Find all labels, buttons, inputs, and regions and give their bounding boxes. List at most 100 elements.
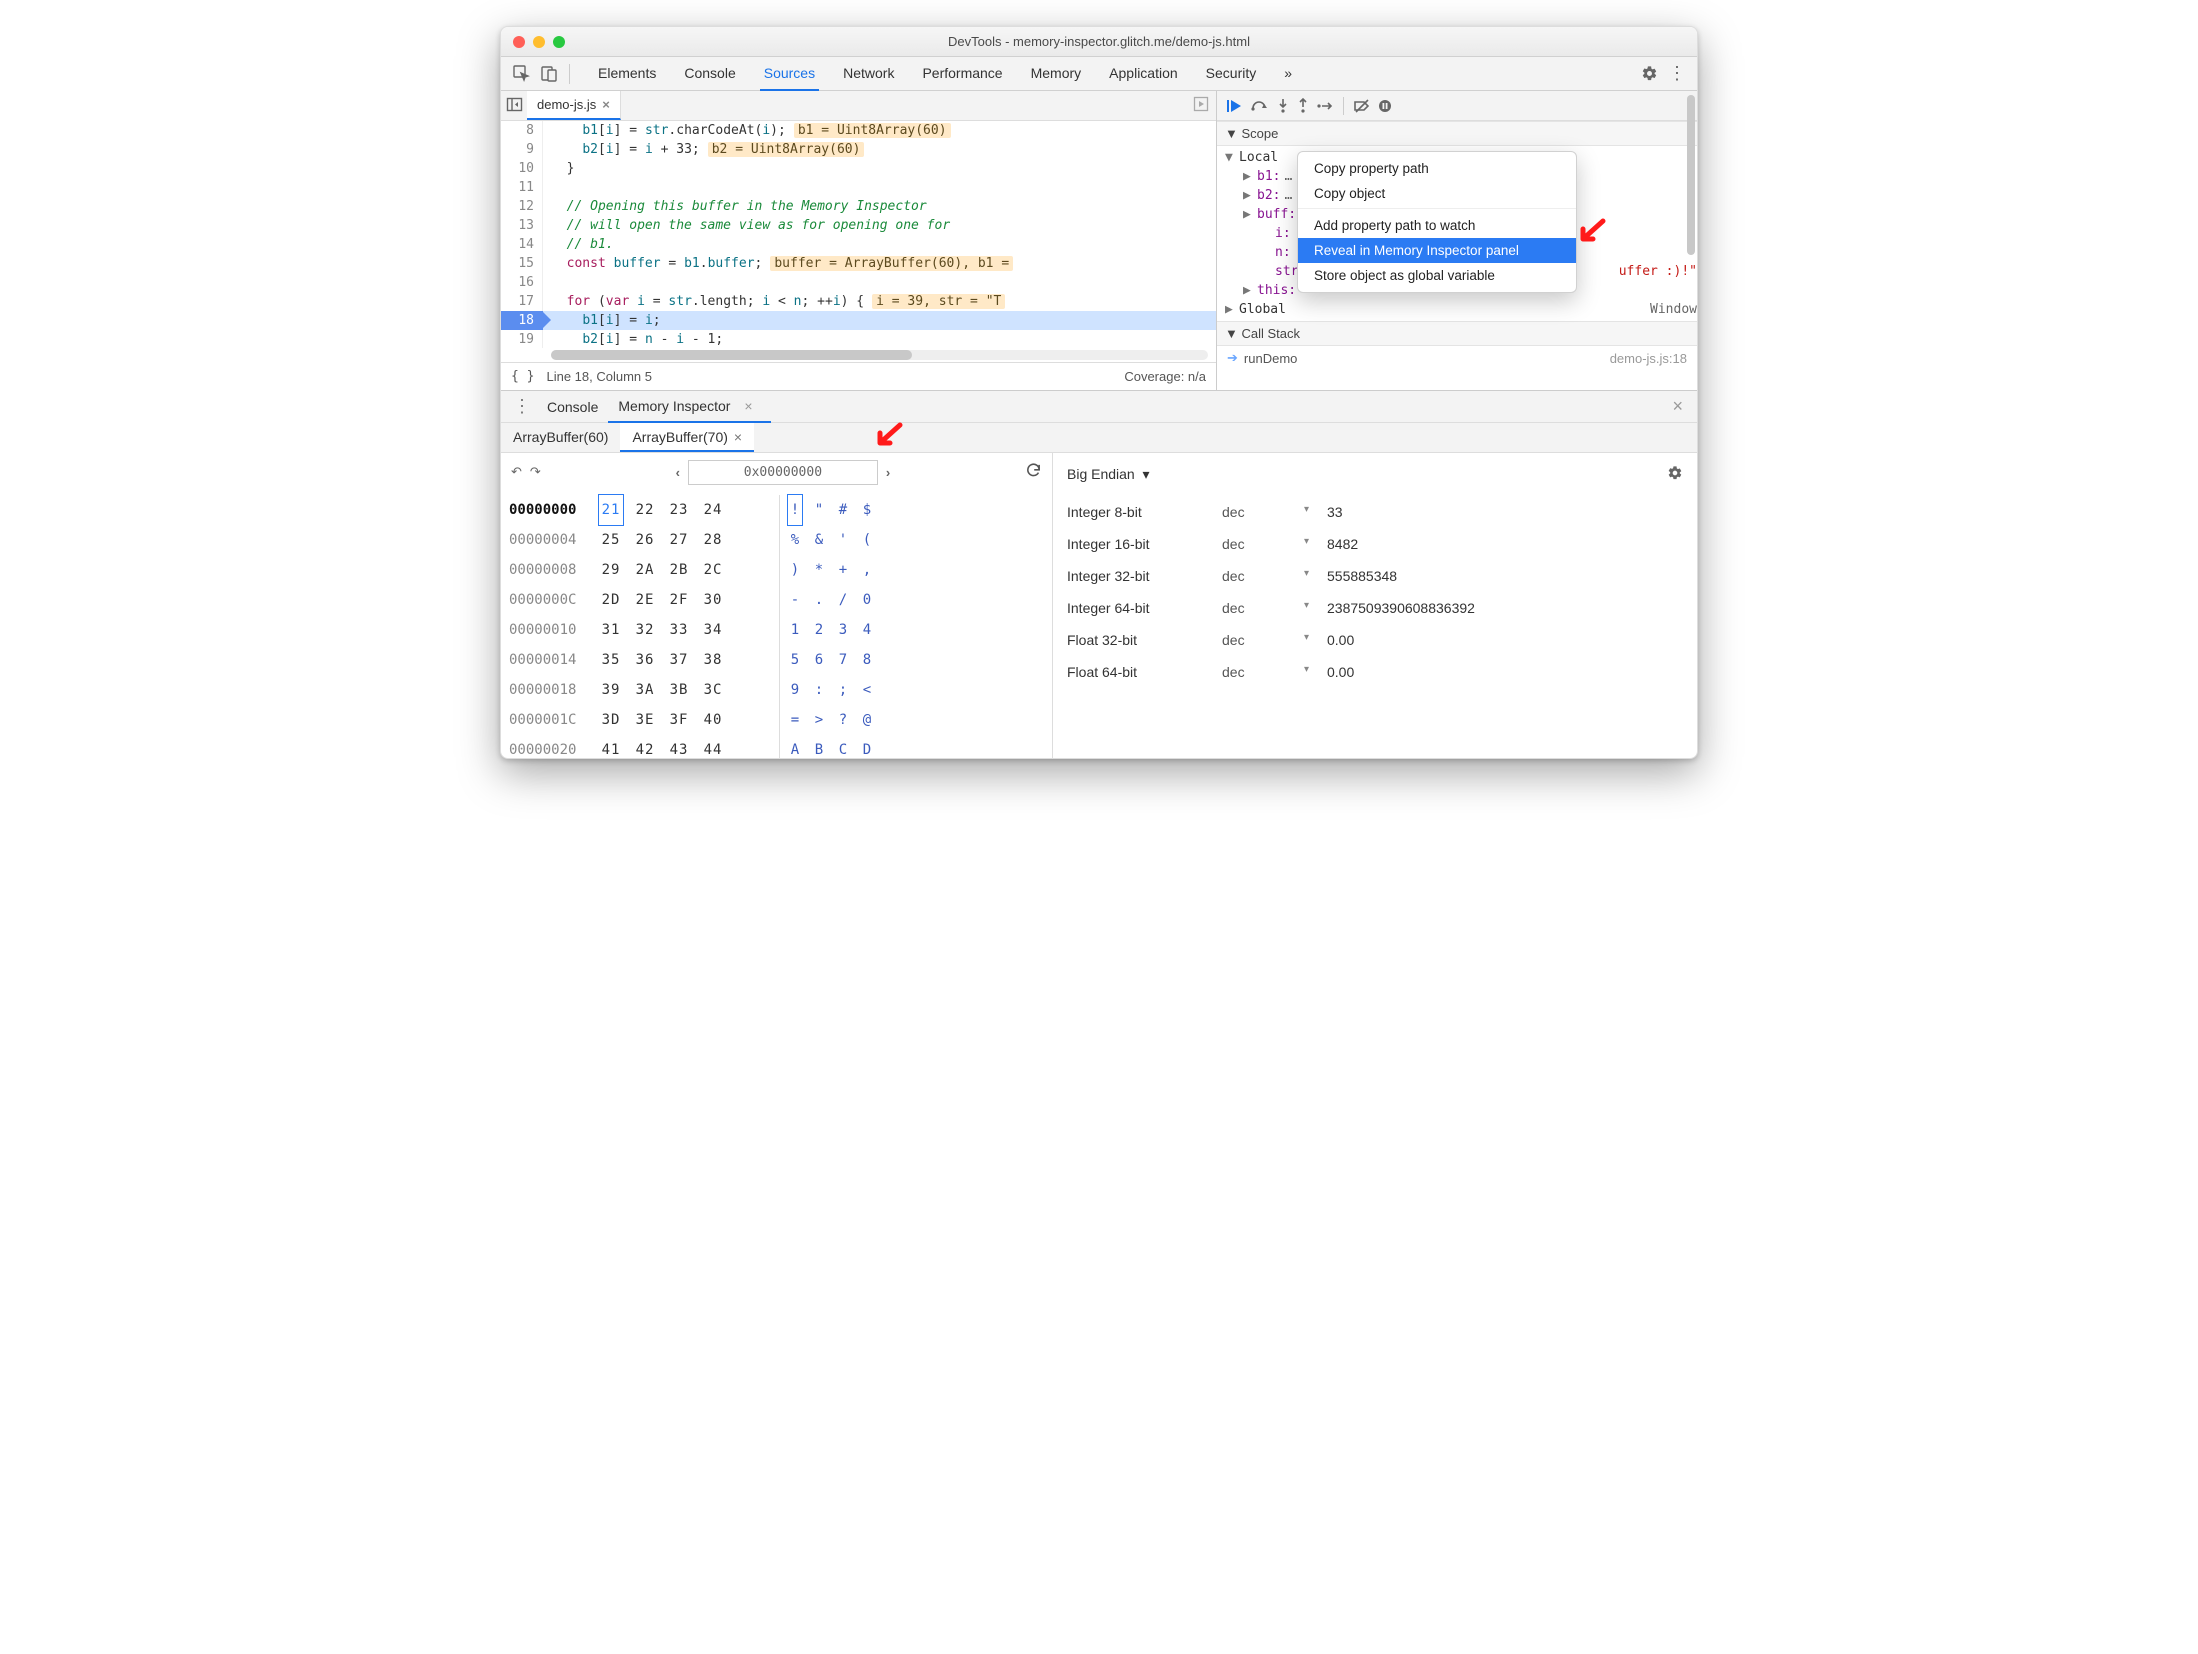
context-menu-item[interactable]: Store object as global variable <box>1298 263 1576 288</box>
inline-value: i = 39, str = "T <box>872 294 1005 309</box>
buffer-tab-0[interactable]: ArrayBuffer(60) <box>501 423 620 452</box>
value-type-label: Integer 8-bit <box>1067 504 1222 520</box>
code-line[interactable]: 16 <box>501 273 1216 292</box>
hex-row[interactable]: 00000008292A2B2C)*+, <box>509 555 1052 585</box>
tab-memory[interactable]: Memory <box>1027 57 1086 91</box>
value-display: 33 <box>1327 504 1343 520</box>
tab-elements[interactable]: Elements <box>594 57 660 91</box>
callstack-frame[interactable]: ➔ runDemo demo-js.js:18 <box>1217 346 1697 370</box>
global-scope-row[interactable]: ▶GlobalWindow <box>1225 300 1697 319</box>
code-line[interactable]: 15 const buffer = b1.buffer;buffer = Arr… <box>501 254 1216 273</box>
buffer-tab-1[interactable]: ArrayBuffer(70)× <box>620 423 754 452</box>
tab-console[interactable]: Console <box>680 57 739 91</box>
tab-performance[interactable]: Performance <box>918 57 1006 91</box>
address-input[interactable]: 0x00000000 <box>688 460 878 485</box>
pause-on-exceptions-icon[interactable] <box>1378 99 1392 113</box>
context-menu-item[interactable]: Copy property path <box>1298 156 1576 181</box>
close-drawer-icon[interactable]: × <box>1664 396 1691 417</box>
redo-icon[interactable]: ↷ <box>530 464 541 480</box>
drawer-menu-icon[interactable]: ⋮ <box>507 396 537 417</box>
window-title: DevTools - memory-inspector.glitch.me/de… <box>501 34 1697 49</box>
deactivate-breakpoints-icon[interactable] <box>1354 99 1370 113</box>
hex-row[interactable]: 0000000425262728%&'( <box>509 525 1052 555</box>
vertical-scrollbar[interactable] <box>1687 95 1695 255</box>
step-over-icon[interactable] <box>1251 99 1269 113</box>
memory-buffer-tabs: ArrayBuffer(60) ArrayBuffer(70)× <box>501 423 1697 453</box>
value-format-select[interactable]: dec <box>1222 664 1327 680</box>
value-format-select[interactable]: dec <box>1222 600 1327 616</box>
drawer-tab-console[interactable]: Console <box>537 392 608 422</box>
hex-row[interactable]: 00000010313233341234 <box>509 615 1052 645</box>
tab-application[interactable]: Application <box>1105 57 1182 91</box>
value-type-label: Integer 64-bit <box>1067 600 1222 616</box>
value-format-select[interactable]: dec <box>1222 504 1327 520</box>
file-tab[interactable]: demo-js.js× <box>527 91 621 120</box>
step-out-icon[interactable] <box>1297 99 1309 113</box>
close-buffer-tab-icon[interactable]: × <box>734 429 742 445</box>
context-menu-item[interactable]: Reveal in Memory Inspector panel <box>1298 238 1576 263</box>
coverage-label: Coverage: n/a <box>1124 369 1206 384</box>
value-settings-gear-icon[interactable] <box>1667 465 1683 484</box>
hex-row[interactable]: 0000002041424344ABCD <box>509 735 1052 758</box>
close-drawer-tab-icon[interactable]: × <box>736 398 760 414</box>
inspect-element-icon[interactable] <box>507 60 535 88</box>
value-format-select[interactable]: dec <box>1222 632 1327 648</box>
code-line[interactable]: 8 b1[i] = str.charCodeAt(i);b1 = Uint8Ar… <box>501 121 1216 140</box>
value-row: Integer 16-bitdec8482 <box>1067 528 1683 560</box>
endianness-select[interactable]: Big Endian ▾ <box>1067 466 1150 483</box>
value-interpreter: Big Endian ▾ Integer 8-bitdec33Integer 1… <box>1053 453 1697 758</box>
step-icon[interactable] <box>1317 100 1333 112</box>
sources-statusbar: { } Line 18, Column 5 Coverage: n/a <box>501 362 1216 390</box>
value-display: 0.00 <box>1327 664 1354 680</box>
step-into-icon[interactable] <box>1277 99 1289 113</box>
device-toolbar-icon[interactable] <box>535 60 563 88</box>
show-navigator-icon[interactable] <box>501 98 527 114</box>
code-line[interactable]: 11 <box>501 178 1216 197</box>
value-type-label: Integer 32-bit <box>1067 568 1222 584</box>
tab-security[interactable]: Security <box>1202 57 1261 91</box>
value-display: 8482 <box>1327 536 1358 552</box>
resume-icon[interactable] <box>1227 99 1243 113</box>
hex-grid[interactable]: 0000000021222324!"#$0000000425262728%&'(… <box>501 491 1052 758</box>
debugger-controls <box>1217 91 1697 121</box>
value-row: Float 64-bitdec0.00 <box>1067 656 1683 688</box>
tab-sources[interactable]: Sources <box>760 57 819 91</box>
tab-network[interactable]: Network <box>839 57 898 91</box>
more-file-options-icon[interactable] <box>1194 97 1208 114</box>
value-format-select[interactable]: dec <box>1222 568 1327 584</box>
hex-view-pane: ↶ ↷ ‹ 0x00000000 › 0000000021222324!"#$0… <box>501 453 1053 758</box>
close-file-icon[interactable]: × <box>602 97 610 112</box>
hex-row[interactable]: 0000000021222324!"#$ <box>509 495 1052 525</box>
code-line[interactable]: 14 // b1. <box>501 235 1216 254</box>
drawer-tab-memory-inspector[interactable]: Memory Inspector × <box>608 391 770 423</box>
context-menu-item[interactable]: Add property path to watch <box>1298 213 1576 238</box>
kebab-menu-icon[interactable]: ⋮ <box>1663 60 1691 88</box>
horizontal-scrollbar[interactable] <box>551 350 1208 360</box>
refresh-icon[interactable] <box>1025 462 1042 482</box>
hex-row[interactable]: 00000014353637385678 <box>509 645 1052 675</box>
scope-header[interactable]: ▼ Scope <box>1217 121 1697 146</box>
prev-address-icon[interactable]: ‹ <box>676 465 680 480</box>
hex-row[interactable]: 0000000C2D2E2F30-./0 <box>509 585 1052 615</box>
callstack-header[interactable]: ▼ Call Stack <box>1217 321 1697 346</box>
hex-row[interactable]: 00000018393A3B3C9:;< <box>509 675 1052 705</box>
value-display: 555885348 <box>1327 568 1397 584</box>
hex-row[interactable]: 0000001C3D3E3F40=>?@ <box>509 705 1052 735</box>
code-line[interactable]: 13 // will open the same view as for ope… <box>501 216 1216 235</box>
more-tabs-button[interactable]: » <box>1280 57 1296 91</box>
code-line[interactable]: 17 for (var i = str.length; i < n; ++i) … <box>501 292 1216 311</box>
pretty-print-icon[interactable]: { } <box>511 369 534 384</box>
undo-icon[interactable]: ↶ <box>511 464 522 480</box>
value-format-select[interactable]: dec <box>1222 536 1327 552</box>
settings-gear-icon[interactable] <box>1635 60 1663 88</box>
code-editor[interactable]: 8 b1[i] = str.charCodeAt(i);b1 = Uint8Ar… <box>501 121 1216 348</box>
context-menu-item[interactable]: Copy object <box>1298 181 1576 209</box>
value-type-label: Float 32-bit <box>1067 632 1222 648</box>
code-line[interactable]: 10 } <box>501 159 1216 178</box>
code-line[interactable]: 12 // Opening this buffer in the Memory … <box>501 197 1216 216</box>
code-line[interactable]: 19 b2[i] = n - i - 1; <box>501 330 1216 348</box>
code-line[interactable]: 9 b2[i] = i + 33;b2 = Uint8Array(60) <box>501 140 1216 159</box>
value-row: Float 32-bitdec0.00 <box>1067 624 1683 656</box>
code-line[interactable]: 18 b1[i] = i; <box>501 311 1216 330</box>
next-address-icon[interactable]: › <box>886 465 890 480</box>
